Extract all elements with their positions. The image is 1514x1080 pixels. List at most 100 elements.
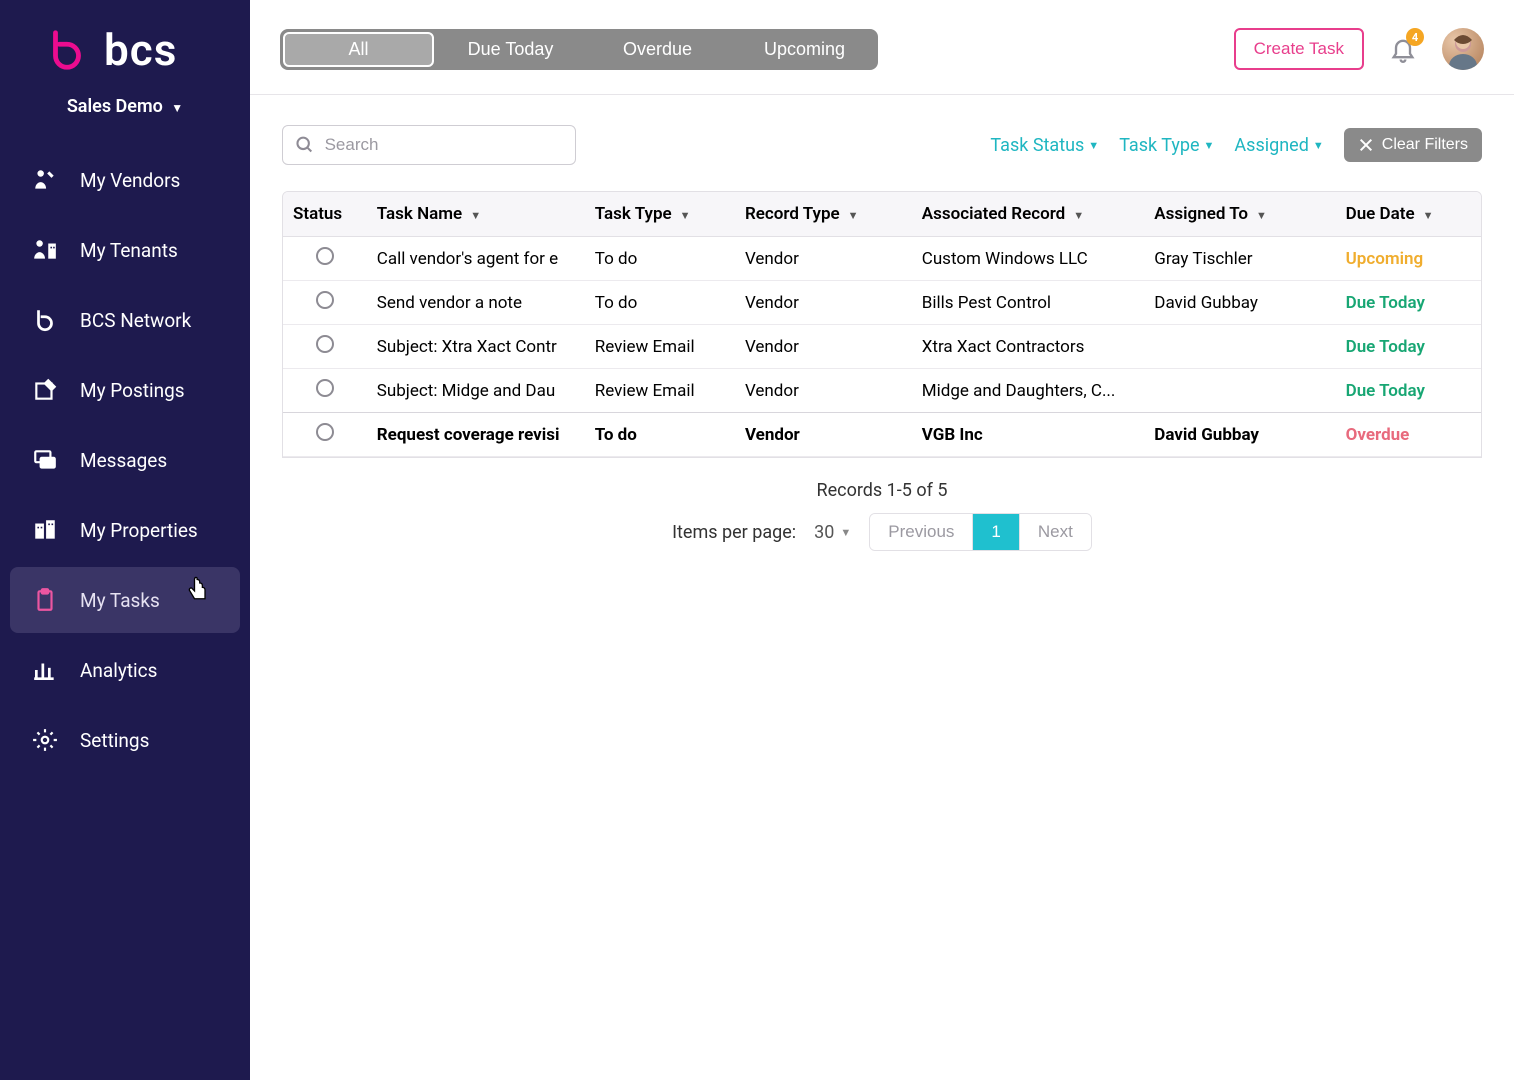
- pager-next[interactable]: Next: [1020, 514, 1091, 550]
- sidebar-item-label: Analytics: [80, 659, 157, 682]
- table-row[interactable]: Subject: Midge and DauReview EmailVendor…: [283, 369, 1481, 413]
- col-status[interactable]: Status: [283, 192, 367, 237]
- cell-task-type: Review Email: [585, 369, 735, 413]
- status-circle-icon: [316, 379, 334, 397]
- close-icon: [1358, 137, 1374, 153]
- cell-task-type: To do: [585, 413, 735, 457]
- tab-overdue[interactable]: Overdue: [584, 29, 731, 70]
- table-footer: Records 1-5 of 5 Items per page: 30 ▼ Pr…: [250, 458, 1514, 561]
- cell-assigned-to: Gray Tischler: [1144, 237, 1335, 281]
- sort-icon: ▼: [848, 209, 859, 222]
- tab-upcoming[interactable]: Upcoming: [731, 29, 878, 70]
- records-count: Records 1-5 of 5: [250, 480, 1514, 501]
- col-task-type[interactable]: Task Type▼: [585, 192, 735, 237]
- cell-task-name: Call vendor's agent for e: [367, 237, 585, 281]
- cell-record-type: Vendor: [735, 281, 912, 325]
- sidebar-item-my-tenants[interactable]: My Tenants: [10, 217, 240, 283]
- sidebar-item-bcs-network[interactable]: BCS Network: [10, 287, 240, 353]
- sidebar-item-messages[interactable]: Messages: [10, 427, 240, 493]
- cell-status[interactable]: [283, 281, 367, 325]
- notifications-button[interactable]: 4: [1384, 30, 1422, 68]
- status-circle-icon: [316, 335, 334, 353]
- col-assigned-to[interactable]: Assigned To▼: [1144, 192, 1335, 237]
- sidebar-item-settings[interactable]: Settings: [10, 707, 240, 773]
- cell-assigned-to: [1144, 369, 1335, 413]
- sidebar: bcs Sales Demo ▼ My VendorsMy TenantsBCS…: [0, 0, 250, 1080]
- filter-task-status-label: Task Status: [990, 135, 1084, 156]
- sidebar-item-label: BCS Network: [80, 309, 191, 332]
- logo-mark-icon: [44, 27, 90, 73]
- cell-record-type: Vendor: [735, 369, 912, 413]
- items-per-page-select[interactable]: 30 ▼: [814, 522, 851, 543]
- notification-badge: 4: [1406, 28, 1424, 46]
- topbar: AllDue TodayOverdueUpcoming Create Task …: [250, 0, 1514, 95]
- col-record-type[interactable]: Record Type▼: [735, 192, 912, 237]
- table-row[interactable]: Send vendor a noteTo doVendorBills Pest …: [283, 281, 1481, 325]
- table-row[interactable]: Request coverage revisiTo doVendorVGB In…: [283, 413, 1481, 457]
- sidebar-item-my-properties[interactable]: My Properties: [10, 497, 240, 563]
- cell-status[interactable]: [283, 369, 367, 413]
- cell-due-date: Overdue: [1336, 413, 1481, 457]
- cell-status[interactable]: [283, 325, 367, 369]
- status-circle-icon: [316, 247, 334, 265]
- table-header-row: Status Task Name▼ Task Type▼ Record Type…: [283, 192, 1481, 237]
- sort-icon: ▼: [680, 209, 691, 222]
- sidebar-item-my-postings[interactable]: My Postings: [10, 357, 240, 423]
- search-box[interactable]: [282, 125, 576, 165]
- filter-task-status[interactable]: Task Status ▼: [990, 135, 1099, 156]
- chevron-down-icon: ▼: [840, 526, 851, 539]
- chevron-down-icon: ▼: [1313, 139, 1324, 152]
- cell-status[interactable]: [283, 237, 367, 281]
- sidebar-item-label: Messages: [80, 449, 167, 472]
- cell-task-name: Subject: Xtra Xact Contr: [367, 325, 585, 369]
- col-task-name[interactable]: Task Name▼: [367, 192, 585, 237]
- sort-icon: ▼: [1256, 209, 1267, 222]
- gear-icon: [32, 727, 58, 753]
- search-icon: [295, 134, 315, 156]
- sidebar-item-my-vendors[interactable]: My Vendors: [10, 147, 240, 213]
- clear-filters-label: Clear Filters: [1382, 136, 1468, 154]
- col-due-date[interactable]: Due Date▼: [1336, 192, 1481, 237]
- user-avatar[interactable]: [1442, 28, 1484, 70]
- sidebar-item-label: My Vendors: [80, 169, 180, 192]
- chat-icon: [32, 447, 58, 473]
- cell-assigned-to: David Gubbay: [1144, 281, 1335, 325]
- cell-associated-record: Custom Windows LLC: [912, 237, 1145, 281]
- sort-icon: ▼: [470, 209, 481, 222]
- create-task-button[interactable]: Create Task: [1234, 28, 1364, 70]
- chevron-down-icon: ▼: [171, 101, 183, 115]
- col-associated-record[interactable]: Associated Record▼: [912, 192, 1145, 237]
- cell-task-type: To do: [585, 237, 735, 281]
- sort-icon: ▼: [1073, 209, 1084, 222]
- sidebar-item-analytics[interactable]: Analytics: [10, 637, 240, 703]
- tab-all[interactable]: All: [283, 32, 434, 67]
- pager: Previous 1 Next: [869, 513, 1092, 551]
- sidebar-item-my-tasks[interactable]: My Tasks: [10, 567, 240, 633]
- sort-icon: ▼: [1423, 209, 1434, 222]
- tab-due-today[interactable]: Due Today: [437, 29, 584, 70]
- cell-status[interactable]: [283, 413, 367, 457]
- cell-due-date: Due Today: [1336, 281, 1481, 325]
- cell-assigned-to: David Gubbay: [1144, 413, 1335, 457]
- sidebar-item-label: My Postings: [80, 379, 185, 402]
- person-wrench-icon: [32, 167, 58, 193]
- sidebar-item-label: Settings: [80, 729, 149, 752]
- bar-chart-icon: [32, 657, 58, 683]
- filter-assigned[interactable]: Assigned ▼: [1234, 135, 1323, 156]
- chevron-down-icon: ▼: [1204, 139, 1215, 152]
- cell-task-type: Review Email: [585, 325, 735, 369]
- cell-due-date: Due Today: [1336, 325, 1481, 369]
- tasks-table: Status Task Name▼ Task Type▼ Record Type…: [282, 191, 1482, 458]
- person-building-icon: [32, 237, 58, 263]
- sidebar-item-label: My Tasks: [80, 589, 160, 612]
- search-input[interactable]: [325, 135, 563, 155]
- pager-page-1[interactable]: 1: [973, 514, 1019, 550]
- cell-associated-record: VGB Inc: [912, 413, 1145, 457]
- org-selector[interactable]: Sales Demo ▼: [0, 84, 250, 145]
- pager-previous[interactable]: Previous: [870, 514, 973, 550]
- clear-filters-button[interactable]: Clear Filters: [1344, 128, 1482, 162]
- filter-task-type[interactable]: Task Type ▼: [1119, 135, 1214, 156]
- table-row[interactable]: Call vendor's agent for eTo doVendorCust…: [283, 237, 1481, 281]
- pin-note-icon: [32, 377, 58, 403]
- table-row[interactable]: Subject: Xtra Xact ContrReview EmailVend…: [283, 325, 1481, 369]
